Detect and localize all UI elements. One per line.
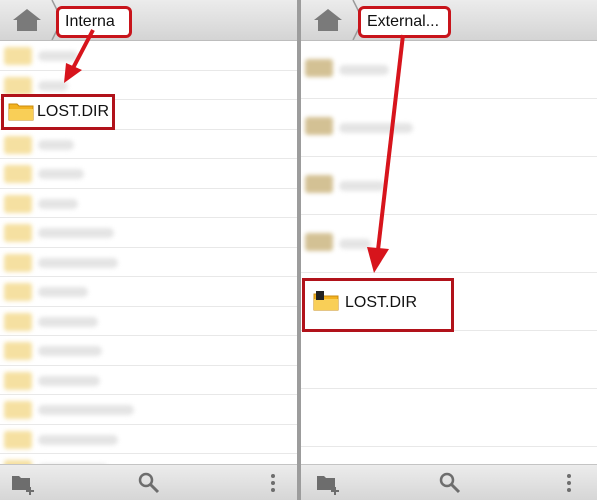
overflow-menu-icon[interactable] — [260, 470, 286, 496]
breadcrumb-external[interactable]: External... — [358, 6, 451, 38]
list-item[interactable] — [0, 366, 297, 395]
left-bottom-bar — [0, 464, 297, 500]
lost-dir-label: LOST.DIR — [37, 103, 110, 120]
right-bottom-bar — [301, 464, 597, 500]
list-item[interactable] — [301, 157, 597, 215]
list-item[interactable] — [0, 336, 297, 366]
list-item[interactable] — [0, 277, 297, 307]
breadcrumb-internal[interactable]: Interna — [56, 6, 132, 38]
list-item[interactable] — [0, 307, 297, 336]
list-item[interactable] — [0, 189, 297, 218]
list-item[interactable] — [0, 395, 297, 425]
list-item[interactable] — [301, 99, 597, 157]
lost-dir-item-external[interactable]: LOST.DIR — [302, 278, 454, 332]
left-file-pane: Interna LOST.DIR — [0, 0, 297, 500]
right-top-bar: External... — [301, 0, 597, 41]
lost-dir-item-internal[interactable]: LOST.DIR — [1, 94, 115, 130]
right-file-pane: External... LOST.DIR — [301, 0, 597, 500]
list-item[interactable] — [0, 218, 297, 248]
list-item — [301, 389, 597, 447]
list-item[interactable] — [0, 425, 297, 454]
home-icon[interactable] — [8, 6, 46, 34]
sd-card-icon — [313, 291, 339, 311]
search-icon[interactable] — [437, 470, 463, 496]
list-item[interactable] — [0, 41, 297, 71]
lost-dir-label: LOST.DIR — [345, 294, 418, 311]
list-item[interactable] — [0, 159, 297, 189]
search-icon[interactable] — [136, 470, 162, 496]
overflow-menu-icon[interactable] — [556, 470, 582, 496]
list-item[interactable] — [0, 130, 297, 159]
home-icon[interactable] — [309, 6, 347, 34]
list-item — [301, 331, 597, 389]
list-item[interactable] — [301, 215, 597, 273]
right-file-list — [301, 41, 597, 465]
list-item[interactable] — [301, 41, 597, 99]
folder-icon — [8, 103, 34, 121]
list-item[interactable] — [0, 248, 297, 277]
left-top-bar: Interna — [0, 0, 297, 41]
new-folder-icon[interactable] — [10, 470, 36, 496]
new-folder-icon[interactable] — [315, 470, 341, 496]
